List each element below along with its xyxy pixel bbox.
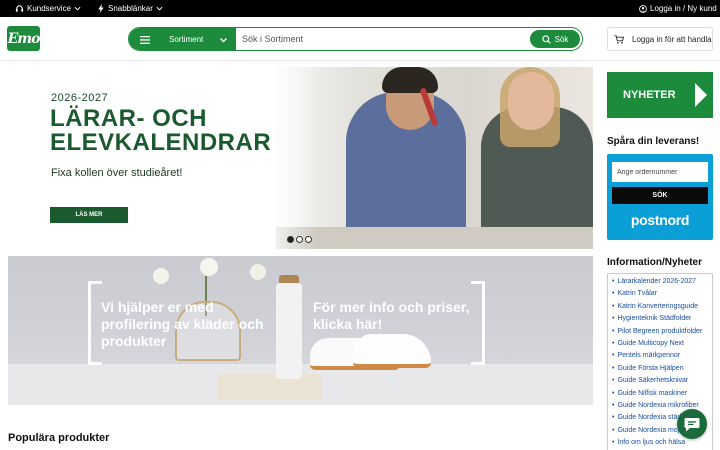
carousel-dot-2[interactable]	[296, 236, 303, 243]
chevron-down-icon	[220, 38, 227, 43]
logo-text: Emo	[7, 30, 41, 47]
login-link[interactable]: Logga in / Ny kund	[639, 0, 717, 17]
cart-icon	[614, 34, 624, 44]
user-icon	[639, 4, 647, 13]
bracket-left	[88, 281, 102, 365]
profiling-banner[interactable]: Vi hjälper er med profilering av kläder …	[8, 256, 593, 405]
info-link[interactable]: Pilot Begreen produktfolder	[612, 326, 712, 338]
info-link[interactable]: Info om ljus och hälsa	[612, 437, 712, 449]
headset-icon	[15, 5, 24, 12]
track-delivery-title: Spåra din leverans!	[607, 136, 700, 147]
info-link[interactable]: Guide Första Hjälpen	[612, 363, 712, 375]
top-utility-bar: Kundservice Snabblänkar Logga in / Ny ku…	[0, 0, 720, 17]
login-label: Logga in / Ny kund	[650, 4, 717, 13]
chat-bubble-icon	[684, 417, 700, 431]
search-button[interactable]: Sök	[530, 30, 580, 48]
info-news-title: Information/Nyheter	[607, 257, 703, 268]
carousel-dot-1[interactable]	[287, 236, 294, 243]
category-dropdown[interactable]: Sortiment	[129, 28, 236, 50]
hero-title-line2: ELEVKALENDRAR	[50, 129, 272, 156]
carousel-dot-3[interactable]	[305, 236, 312, 243]
search-button-label: Sök	[554, 34, 569, 44]
customer-service-menu[interactable]: Kundservice	[15, 0, 81, 17]
popular-products-heading: Populära produkter	[8, 432, 110, 444]
news-button-label: NYHETER	[623, 89, 676, 101]
info-link[interactable]: Hygienteknik Städfolder	[612, 313, 712, 325]
news-button[interactable]: NYHETER	[607, 72, 713, 118]
hero-subtitle: Fixa kollen över studieåret!	[51, 167, 183, 179]
search-icon	[541, 34, 551, 44]
chevron-down-icon	[156, 6, 163, 11]
hero-year: 2026-2027	[51, 92, 109, 104]
banner-text-left: Vi hjälper er med profilering av kläder …	[101, 299, 264, 349]
track-search-button[interactable]: SÖK	[612, 187, 708, 204]
read-more-button[interactable]: LÄS MER	[50, 207, 128, 223]
info-link[interactable]: Katrin Tvålar	[612, 288, 712, 300]
customer-service-label: Kundservice	[27, 4, 72, 13]
quick-links-label: Snabblänkar	[108, 4, 153, 13]
quick-links-menu[interactable]: Snabblänkar	[97, 0, 163, 17]
chat-button[interactable]	[677, 409, 707, 439]
info-link[interactable]: Guide Multicopy Next	[612, 338, 712, 350]
login-to-shop-label: Logga in för att handla	[632, 34, 712, 44]
emo-logo[interactable]: Emo	[7, 26, 40, 51]
hero-carousel[interactable]: 2026-2027 LÄRAR- OCH ELEVKALENDRAR Fixa …	[8, 67, 593, 249]
track-delivery-box: SÖK postnord	[607, 154, 713, 240]
info-link[interactable]: Lärarkalender 2026-2027	[612, 276, 712, 288]
menu-icon	[140, 36, 150, 44]
info-link[interactable]: Katrin Konverteringsguide	[612, 301, 712, 313]
order-number-input[interactable]	[612, 162, 708, 182]
carousel-dots	[287, 236, 312, 243]
arrow-right-icon	[695, 83, 707, 107]
login-to-shop-button[interactable]: Logga in för att handla	[607, 27, 713, 51]
category-label: Sortiment	[169, 35, 204, 44]
chevron-down-icon	[74, 6, 81, 11]
info-link[interactable]: Guide Säkerhetsknivar	[612, 375, 712, 387]
students-lab-photo	[276, 67, 593, 249]
lightning-icon	[98, 4, 104, 13]
site-header: Emo Sortiment Sök Logga in för att handl…	[0, 17, 720, 61]
info-link[interactable]: Guide Nilfisk maskiner	[612, 388, 712, 400]
banner-text-right: För mer info och priser, klicka här!	[313, 299, 470, 332]
info-link[interactable]: Pentels märkpennor	[612, 350, 712, 362]
postnord-logo: postnord	[630, 212, 690, 228]
search-bar: Sortiment Sök	[128, 27, 583, 51]
